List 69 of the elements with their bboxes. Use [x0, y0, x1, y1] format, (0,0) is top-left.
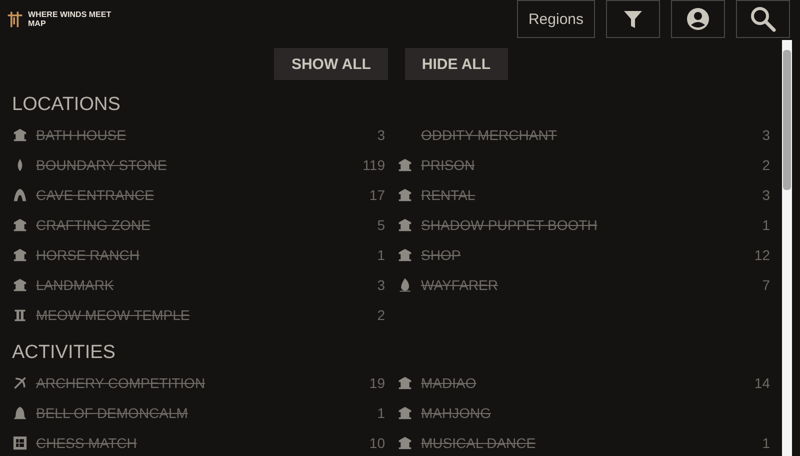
section-title: ACTIVITIES [12, 341, 116, 365]
category-count: 1 [377, 247, 385, 263]
category-label[interactable]: BOUNDARY STONE [36, 157, 355, 173]
category-count: 1 [762, 435, 770, 451]
category-count: 3 [377, 127, 385, 143]
category-icon [13, 128, 27, 142]
user-icon [686, 7, 710, 31]
category-label[interactable]: MADIAO [421, 375, 746, 391]
category-label[interactable]: WAYFARER [421, 277, 754, 293]
toggle-all-button[interactable]: HIDE ALL [404, 48, 508, 80]
logo-icon [6, 10, 24, 28]
category-label[interactable]: CRAFTING ZONE [36, 217, 370, 233]
category-icon [398, 188, 412, 202]
category-count: 17 [369, 187, 385, 203]
category-icon [398, 218, 412, 232]
category-icon [13, 406, 27, 420]
filter-button[interactable] [606, 0, 660, 38]
section-title: LOCATIONS [12, 93, 122, 117]
category-icon [398, 436, 412, 450]
category-count: 19 [369, 375, 385, 391]
category-label[interactable]: MEOW MEOW TEMPLE [36, 307, 370, 323]
toggle-all-button[interactable]: SHOW ALL [274, 48, 388, 80]
filter-icon [623, 9, 643, 29]
category-count: 12 [754, 247, 770, 263]
category-label[interactable]: CHESS MATCH [36, 435, 362, 451]
category-count: 1 [377, 405, 385, 421]
category-count: 119 [362, 157, 385, 173]
category-label[interactable]: BELL OF DEMONCALM [36, 405, 370, 421]
category-label[interactable]: PRISON [421, 157, 754, 173]
category-count: 5 [377, 217, 385, 233]
category-label[interactable]: CAVE ENTRANCE [36, 187, 362, 203]
category-label[interactable]: LANDMARK [36, 277, 370, 293]
search-icon [750, 6, 776, 32]
logo-subtitle: MAP [28, 19, 47, 28]
category-icon [13, 278, 27, 292]
category-count: 3 [377, 277, 385, 293]
category-count: 2 [377, 307, 385, 323]
category-icon [13, 218, 27, 232]
category-icon [398, 278, 412, 292]
category-label[interactable]: HORSE RANCH [36, 247, 370, 263]
regions-button[interactable]: Regions [517, 0, 595, 38]
category-count: 2 [762, 157, 770, 173]
category-label[interactable]: MAHJONG [421, 405, 770, 421]
category-label[interactable]: RENTAL [421, 187, 754, 203]
search-button[interactable] [736, 0, 790, 38]
category-icon [398, 158, 412, 172]
category-icon [398, 248, 412, 262]
category-label[interactable]: ARCHERY COMPETITION [36, 375, 362, 391]
category-label[interactable]: SHADOW PUPPET BOOTH [421, 217, 754, 233]
scrollbar[interactable] [782, 40, 792, 456]
category-count: 7 [762, 277, 770, 293]
category-icon [13, 308, 27, 322]
category-count: 10 [369, 435, 385, 451]
category-label[interactable]: MUSICAL DANCE [421, 435, 754, 451]
logo-title: WHERE WINDS MEET [28, 10, 112, 19]
category-icon [13, 188, 27, 202]
profile-button[interactable] [671, 0, 725, 38]
category-label[interactable]: ODDITY MERCHANT [421, 127, 754, 143]
category-icon [398, 376, 412, 390]
category-label[interactable]: SHOP [421, 247, 746, 263]
category-count: 3 [762, 187, 770, 203]
category-label[interactable]: BATH HOUSE [36, 127, 370, 143]
category-count: 14 [754, 375, 770, 391]
category-icon [13, 436, 27, 450]
category-icon [398, 406, 412, 420]
category-icon [13, 248, 27, 262]
category-count: 1 [762, 217, 770, 233]
category-icon [13, 376, 27, 390]
category-count: 3 [762, 127, 770, 143]
